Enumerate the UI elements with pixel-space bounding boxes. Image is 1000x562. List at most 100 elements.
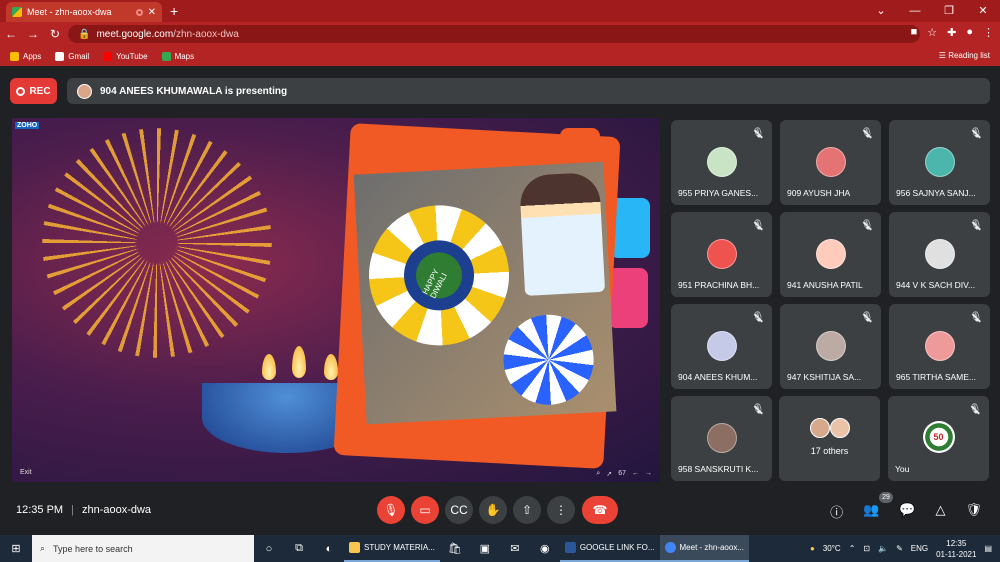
captions-icon: CC: [450, 503, 468, 517]
profile-avatar-icon[interactable]: ●: [966, 26, 973, 39]
present-button[interactable]: ⇧: [513, 496, 541, 524]
people-icon[interactable]: 👥: [863, 502, 879, 521]
participant-tile-others[interactable]: 17 others: [779, 396, 880, 481]
task-view-icon[interactable]: ⧉: [284, 542, 314, 555]
taskbar-app-explorer[interactable]: STUDY MATERIA...: [344, 535, 440, 562]
shared-screen[interactable]: ZOHO HAPPY DIWALI Exit ⌕ ➚ 67 ← →: [12, 118, 660, 482]
mic-off-icon: 🎙: [751, 220, 765, 231]
participant-name: 941 ANUSHA PATIL: [787, 280, 863, 290]
weather-icon: ●: [809, 544, 815, 553]
bookmark-gmail[interactable]: Gmail: [55, 51, 89, 61]
participant-name: 951 PRACHINA BH...: [678, 280, 760, 290]
toolbar-actions: ■ ☆ ✚ ● ⋮: [911, 26, 994, 39]
participant-tile[interactable]: 🎙 955 PRIYA GANES...: [671, 120, 772, 205]
close-window-button[interactable]: ✕: [966, 0, 1000, 22]
cortana-icon[interactable]: ○: [254, 543, 284, 555]
mic-off-icon: 🎙: [969, 312, 983, 323]
pen-icon[interactable]: ✎: [896, 544, 903, 553]
info-icon[interactable]: ⓘ: [830, 502, 843, 521]
chrome-icon[interactable]: ◉: [530, 542, 560, 555]
hand-icon: ✋: [485, 503, 501, 517]
participant-tile[interactable]: 🎙 947 KSHITIJA SA...: [780, 304, 881, 389]
participant-tile[interactable]: 🎙 944 V K SACH DIV...: [889, 212, 990, 297]
meeting-code: zhn-aoox-dwa: [81, 504, 152, 516]
chat-icon[interactable]: 💬: [899, 502, 915, 521]
participant-tile-you[interactable]: 🎙 50 You: [888, 396, 989, 481]
participant-name: 909 AYUSH JHA: [787, 188, 851, 198]
participant-name: 947 KSHITIJA SA...: [787, 372, 862, 382]
zoom-app-icon[interactable]: ▣: [470, 542, 500, 555]
host-controls-icon[interactable]: 🛡: [965, 502, 982, 521]
mail-icon[interactable]: ✉: [500, 542, 530, 555]
taskbar-app-word[interactable]: GOOGLE LINK FO...: [559, 535, 660, 562]
bookmark-star-icon[interactable]: ☆: [927, 26, 937, 39]
exit-button[interactable]: Exit: [20, 469, 32, 476]
taskbar-search[interactable]: ⌕ Type here to search: [32, 535, 254, 562]
participant-tile[interactable]: 🎙 958 SANSKRUTI K...: [671, 396, 772, 481]
zoho-logo: ZOHO: [15, 122, 40, 129]
avatar: [924, 239, 955, 269]
mic-toggle-button[interactable]: 🎙: [377, 496, 405, 524]
close-tab-icon[interactable]: ✕: [148, 7, 156, 18]
clock-time: 12:35: [946, 538, 967, 548]
store-icon[interactable]: 🛍: [440, 542, 470, 555]
presenting-text: 904 ANEES KHUMAWALA is presenting: [100, 85, 288, 97]
participant-name: 965 TIRTHA SAME...: [896, 372, 976, 382]
participant-tile[interactable]: 🎙 951 PRACHINA BH...: [671, 212, 772, 297]
participant-tile[interactable]: 🎙 965 TIRTHA SAME...: [889, 304, 990, 389]
rangoli-text: HAPPY DIWALI: [408, 244, 470, 307]
pointer-icon[interactable]: ➚: [606, 470, 612, 478]
zoom-icon[interactable]: ⌕: [596, 470, 600, 478]
taskbar-clock[interactable]: 12:35 01-11-2021: [936, 538, 976, 560]
avatar: [809, 418, 830, 438]
zoom-level: 67: [618, 470, 626, 477]
participant-tile[interactable]: 🎙 904 ANEES KHUM...: [671, 304, 772, 389]
extensions-icon[interactable]: ✚: [947, 26, 956, 39]
language-indicator[interactable]: ENG: [911, 544, 928, 553]
new-tab-button[interactable]: +: [170, 3, 178, 19]
minimize-button[interactable]: —: [898, 0, 932, 22]
participant-tile[interactable]: 🎙 909 AYUSH JHA: [780, 120, 881, 205]
recording-badge[interactable]: REC: [10, 78, 57, 104]
browser-toolbar: ← → ↻ 🔒 meet.google.com/zhn-aoox-dwa ■ ☆…: [0, 22, 1000, 46]
edge-icon[interactable]: ◐: [314, 543, 344, 555]
more-options-button[interactable]: ⋮: [547, 496, 575, 524]
window-controls: ⌄ — ❐ ✕: [864, 0, 1000, 22]
reading-list-button[interactable]: ☰ Reading list: [939, 51, 990, 60]
forward-icon[interactable]: →: [22, 27, 44, 41]
reload-icon[interactable]: ↻: [44, 27, 66, 41]
captions-button[interactable]: CC: [445, 496, 473, 524]
weather-temp[interactable]: 30°C: [823, 544, 841, 553]
tray-chevron-icon[interactable]: ⌃: [849, 544, 856, 553]
volume-icon[interactable]: 🔈: [878, 544, 888, 553]
word-icon: [564, 542, 576, 553]
address-bar[interactable]: 🔒 meet.google.com/zhn-aoox-dwa: [68, 25, 920, 43]
flame-graphic: [324, 354, 338, 380]
back-icon[interactable]: ←: [0, 27, 22, 41]
bookmark-apps[interactable]: Apps: [10, 51, 41, 61]
bookmark-youtube[interactable]: YouTube: [103, 51, 148, 61]
notifications-icon[interactable]: ▤: [984, 544, 992, 553]
camera-in-use-icon[interactable]: ■: [911, 26, 918, 39]
windows-start-icon[interactable]: ⊞: [0, 542, 32, 555]
next-slide-icon[interactable]: →: [645, 470, 652, 478]
avatar: [706, 239, 737, 269]
restore-button[interactable]: ❐: [932, 0, 966, 22]
taskbar-app-meet[interactable]: Meet - zhn-aoox...: [659, 535, 749, 562]
mic-off-icon: 🎙: [751, 404, 765, 415]
participant-tile[interactable]: 🎙 941 ANUSHA PATIL: [780, 212, 881, 297]
leave-call-button[interactable]: ☎: [582, 496, 618, 524]
raise-hand-button[interactable]: ✋: [479, 496, 507, 524]
camera-toggle-button[interactable]: ▭: [411, 496, 439, 524]
browser-tab-meet[interactable]: Meet - zhn-aoox-dwa ✕: [6, 2, 162, 22]
activities-icon[interactable]: △: [935, 502, 945, 521]
child-photo: [518, 171, 606, 296]
side-panel-controls: ⓘ 👥 💬 △ 🛡: [830, 502, 982, 521]
bookmark-maps[interactable]: Maps: [161, 51, 194, 61]
prev-slide-icon[interactable]: ←: [632, 470, 639, 478]
participant-tile[interactable]: 🎙 956 SAJNYA SANJ...: [889, 120, 990, 205]
menu-kebab-icon[interactable]: ⋮: [983, 26, 994, 39]
network-icon[interactable]: ⊡: [863, 544, 870, 553]
tab-search-icon[interactable]: ⌄: [864, 0, 898, 22]
camera-off-icon: ▭: [419, 503, 431, 517]
